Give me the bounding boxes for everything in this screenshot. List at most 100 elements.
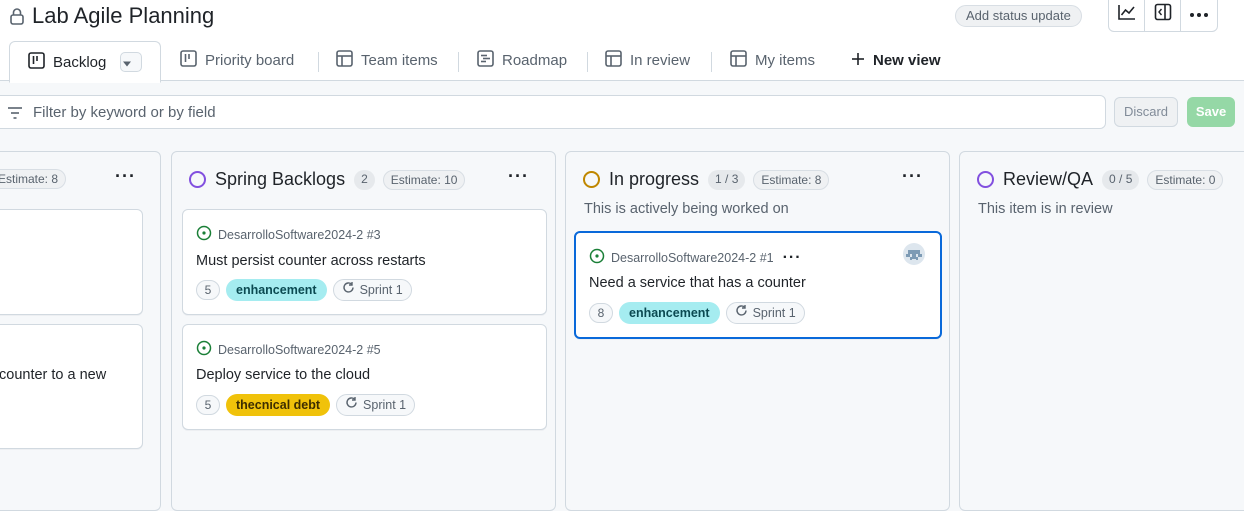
sprint-label: Sprint 1 [363, 398, 407, 412]
insights-button[interactable] [1109, 0, 1145, 31]
discard-button[interactable]: Discard [1114, 97, 1178, 127]
card-estimate: 5 [196, 395, 220, 415]
column-count: 1 / 3 [708, 169, 746, 190]
tab-label: Team items [361, 52, 438, 69]
new-view-label: New view [873, 52, 941, 69]
item-card-selected[interactable]: DesarrolloSoftware2024-2 #1 ··· Need a s… [574, 231, 942, 339]
card-estimate: 5 [196, 280, 220, 300]
triangle-down-icon [122, 54, 140, 71]
project-header: Lab Agile Planning Add status update [0, 0, 1244, 40]
issue-open-icon [196, 340, 218, 359]
tab-in-review[interactable]: In review [605, 40, 690, 81]
table-icon [605, 50, 630, 71]
column-header: In progress 1 / 3 Estimate: 8 [583, 169, 837, 190]
new-view-button[interactable]: New view [851, 40, 941, 81]
card-sprint[interactable]: Sprint 1 [332, 279, 412, 301]
column-description: This item is in review [978, 201, 1113, 217]
board-icon [180, 50, 205, 71]
sidebar-toggle-button[interactable] [1145, 0, 1181, 31]
avatar[interactable] [903, 243, 925, 265]
board-column-spring-backlogs: Spring Backlogs 2 Estimate: 10 ··· Desar… [171, 151, 556, 511]
card-repo: DesarrolloSoftware2024-2 #5 [196, 340, 381, 359]
graph-icon [1117, 4, 1136, 25]
card-repo-label: DesarrolloSoftware2024-2 #3 [218, 227, 381, 242]
tab-divider [318, 52, 319, 72]
iteration-icon [735, 303, 753, 323]
card-title[interactable]: Must persist counter across restarts [196, 253, 426, 269]
tab-divider [458, 52, 459, 72]
tab-backlog[interactable]: Backlog [9, 41, 161, 83]
tab-label: Roadmap [502, 52, 568, 69]
filter-icon [7, 106, 23, 125]
label-technical-debt[interactable]: thecnical debt [226, 394, 331, 416]
table-icon [730, 50, 755, 71]
item-card[interactable]: DesarrolloSoftware2024-2 #3 Must persist… [182, 209, 547, 315]
issue-open-icon [196, 225, 218, 244]
item-card[interactable]: counter to a new [0, 324, 143, 449]
tab-priority-board[interactable]: Priority board [180, 40, 294, 81]
card-title[interactable]: Need a service that has a counter [589, 275, 806, 291]
column-header: Review/QA 0 / 5 Estimate: 0 [977, 169, 1231, 190]
add-status-update-button[interactable]: Add status update [955, 5, 1082, 27]
card-repo: DesarrolloSoftware2024-2 #3 [196, 225, 381, 244]
status-circle-icon [977, 171, 994, 188]
card-menu-button[interactable]: ··· [783, 249, 802, 267]
tab-label: Backlog [53, 53, 107, 71]
item-card[interactable] [0, 209, 143, 315]
board-column-partial: Estimate: 8 ··· counter to a new [0, 151, 161, 511]
card-fields: 5 thecnical debt Sprint 1 [196, 394, 416, 416]
tab-menu-button[interactable] [120, 52, 143, 72]
filter-bar [0, 95, 1106, 129]
card-sprint[interactable]: Sprint 1 [725, 302, 805, 324]
card-estimate: 8 [589, 303, 613, 323]
column-title: Spring Backlogs [215, 169, 346, 189]
status-circle-icon [189, 171, 206, 188]
column-estimate: Estimate: 10 [382, 169, 466, 190]
table-icon [336, 50, 361, 71]
column-description: This is actively being worked on [584, 201, 789, 217]
card-fields: 8 enhancement Sprint 1 [589, 302, 805, 324]
roadmap-icon [477, 50, 502, 71]
kebab-icon: ··· [782, 248, 802, 266]
column-title: Review/QA [1003, 169, 1094, 189]
tab-roadmap[interactable]: Roadmap [477, 40, 567, 81]
save-button[interactable]: Save [1187, 97, 1235, 127]
column-estimate: Estimate: 8 [753, 169, 830, 190]
tab-divider [711, 52, 712, 72]
column-header: Estimate: 8 [0, 169, 74, 189]
board-column-in-progress: In progress 1 / 3 Estimate: 8 ··· This i… [565, 151, 950, 511]
column-count: 0 / 5 [1102, 169, 1140, 190]
card-title[interactable]: counter to a new [0, 367, 106, 383]
iteration-icon [345, 395, 363, 415]
card-sprint[interactable]: Sprint 1 [336, 394, 416, 416]
label-enhancement[interactable]: enhancement [619, 302, 720, 324]
kebab-icon: ··· [902, 166, 923, 186]
kebab-icon: ··· [508, 166, 529, 186]
tab-my-items[interactable]: My items [730, 40, 815, 81]
more-options-button[interactable] [1181, 0, 1217, 31]
iteration-icon [342, 280, 360, 300]
plus-icon [851, 52, 873, 70]
column-menu-button[interactable]: ··· [508, 166, 529, 187]
card-fields: 5 enhancement Sprint 1 [196, 279, 412, 301]
sprint-label: Sprint 1 [359, 283, 403, 297]
tab-team-items[interactable]: Team items [336, 40, 438, 81]
label-enhancement[interactable]: enhancement [226, 279, 327, 301]
view-tabs: Backlog Priority board Team items Roadma… [0, 40, 1244, 83]
tab-label: Priority board [205, 52, 295, 69]
card-title[interactable]: Deploy service to the cloud [196, 367, 370, 383]
column-title: In progress [609, 169, 700, 189]
column-estimate: Estimate: 8 [0, 169, 67, 189]
board-icon [28, 51, 53, 73]
kebab-icon [1189, 5, 1209, 23]
tab-divider [587, 52, 588, 72]
sidebar-icon [1154, 3, 1172, 26]
issue-open-icon [589, 248, 611, 267]
card-repo-label: DesarrolloSoftware2024-2 #5 [218, 342, 381, 357]
filter-input[interactable] [33, 102, 1033, 122]
column-menu-button[interactable]: ··· [902, 166, 923, 187]
item-card[interactable]: DesarrolloSoftware2024-2 #5 Deploy servi… [182, 324, 547, 430]
tab-label: My items [755, 52, 815, 69]
tab-label: In review [630, 52, 691, 69]
column-menu-button[interactable]: ··· [115, 166, 136, 187]
